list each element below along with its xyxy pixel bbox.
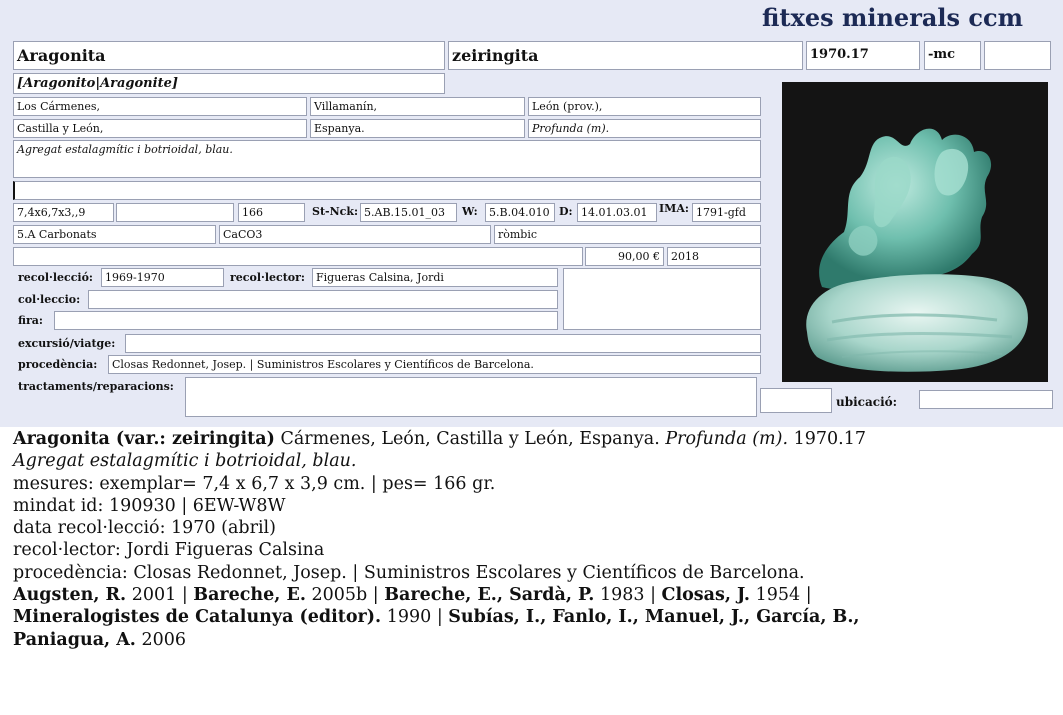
ubicacio-field[interactable] — [919, 390, 1053, 409]
formula-field[interactable]: CaCO3 — [219, 225, 491, 244]
fira-label: fira: — [18, 314, 43, 327]
locality-field-6[interactable]: Profunda (m). — [528, 119, 761, 138]
dimensions-field[interactable]: 7,4x6,7x3,,9 — [13, 203, 114, 222]
desc-title: Aragonita (var.: zeiringita) — [13, 429, 275, 449]
ref-year: 1983 — [594, 585, 645, 606]
ref-year: 2006 — [135, 629, 187, 650]
ref-sep: | — [644, 585, 662, 606]
specimen-description: Aragonita (var.: zeiringita) Cármenes, L… — [13, 428, 1053, 651]
desc-line-1: Aragonita (var.: zeiringita) Cármenes, L… — [13, 428, 1053, 450]
w-field[interactable]: 5.B.04.010 — [485, 203, 555, 222]
ref-sep: | — [367, 585, 385, 606]
procedencia-label: procedència: — [18, 358, 98, 371]
ref-sep: | — [800, 585, 812, 606]
ref-sep: | — [431, 607, 449, 628]
desc-references-1: Augsten, R. 2001 | Bareche, E. 2005b | B… — [13, 584, 1053, 606]
desc-collection-date: data recol·lecció: 1970 (abril) — [13, 518, 276, 539]
dimensions-extra-field[interactable] — [116, 203, 234, 222]
ima-field[interactable]: 1791-gfd — [692, 203, 761, 222]
ref-author: Mineralogistes de Catalunya (editor). — [13, 607, 382, 628]
ref-year: 1954 — [750, 585, 801, 606]
extra-field[interactable] — [984, 41, 1051, 70]
colleccio-label: col·leccio: — [18, 293, 81, 306]
desc-line-2: Agregat estalagmític i botrioidal, blau. — [13, 450, 1053, 472]
mineral-card: fitxes minerals ccm Aragonita zeiringita… — [0, 0, 1063, 427]
ref-sep: | — [176, 585, 194, 606]
tractaments-field[interactable] — [185, 377, 757, 417]
misc-field[interactable] — [13, 247, 583, 266]
notes-field[interactable] — [13, 181, 761, 200]
synonyms-field[interactable]: [Aragonito|Aragonite] — [13, 73, 445, 94]
mineral-specimen-image — [806, 128, 1028, 372]
class-field[interactable]: 5.A Carbonats — [13, 225, 216, 244]
name-field[interactable]: Aragonita — [13, 41, 445, 70]
desc-number: 1970.17 — [788, 429, 866, 449]
ref-author: Subías, I., Fanlo, I., Manuel, J., Garcí… — [448, 607, 860, 628]
locality-field-4[interactable]: Castilla y León, — [13, 119, 307, 138]
variety-field[interactable]: zeiringita — [448, 41, 803, 70]
locality-field-1[interactable]: Los Cármenes, — [13, 97, 307, 116]
desc-provenance: procedència: Closas Redonnet, Josep. | S… — [13, 562, 805, 583]
locality-field-2[interactable]: Villamanín, — [310, 97, 525, 116]
excursio-label: excursió/viatge: — [18, 337, 116, 350]
desc-description: Agregat estalagmític i botrioidal, blau. — [13, 451, 357, 472]
notes-box[interactable] — [563, 268, 761, 330]
desc-references-2: Mineralogistes de Catalunya (editor). 19… — [13, 606, 1053, 628]
strunz-label: St-Nck: — [312, 205, 359, 218]
description-field[interactable]: Agregat estalagmític i botrioidal, blau. — [13, 140, 761, 178]
desc-references-3: Paniagua, A. 2006 — [13, 629, 1053, 651]
desc-mindat: mindat id: 190930 | 6EW-W8W — [13, 495, 286, 516]
suffix-field[interactable]: -mc — [924, 41, 981, 70]
desc-collector: recol·lector: Jordi Figueras Calsina — [13, 540, 325, 561]
ima-label: IMA: — [659, 202, 689, 215]
ref-author: Bareche, E., Sardà, P. — [384, 585, 595, 606]
colleccio-field[interactable] — [88, 290, 558, 309]
w-label: W: — [462, 205, 478, 218]
recolector-field[interactable]: Figueras Calsina, Jordi — [312, 268, 558, 287]
locality-field-5[interactable]: Espanya. — [310, 119, 525, 138]
locality-field-3[interactable]: León (prov.), — [528, 97, 761, 116]
year-field[interactable]: 2018 — [667, 247, 761, 266]
crystal-system-field[interactable]: ròmbic — [494, 225, 761, 244]
price-field[interactable]: 90,00 € — [585, 247, 664, 266]
desc-locality-depth: Profunda (m). — [665, 429, 789, 449]
procedencia-field[interactable]: Closas Redonnet, Josep. | Suministros Es… — [108, 355, 761, 374]
ubicacio-label: ubicació: — [836, 395, 898, 409]
recolector-label: recol·lector: — [230, 271, 305, 284]
recoleccio-label: recol·lecció: — [18, 271, 93, 284]
ref-author: Paniagua, A. — [13, 629, 136, 650]
recoleccio-field[interactable]: 1969-1970 — [101, 268, 224, 287]
ref-year: 1990 — [381, 607, 432, 628]
d-field[interactable]: 14.01.03.01 — [577, 203, 657, 222]
mineral-photo — [782, 82, 1048, 382]
number-field[interactable]: 1970.17 — [806, 41, 920, 70]
fira-field[interactable] — [54, 311, 558, 330]
ref-year: 2005b — [305, 585, 368, 606]
location-extra-field[interactable] — [760, 388, 832, 413]
desc-measures: mesures: exemplar= 7,4 x 6,7 x 3,9 cm. |… — [13, 473, 496, 494]
tractaments-label: tractaments/reparacions: — [18, 380, 174, 393]
weight-field[interactable]: 166 — [238, 203, 305, 222]
ref-author: Bareche, E. — [193, 585, 306, 606]
ref-year: 2001 — [126, 585, 177, 606]
ref-author: Closas, J. — [661, 585, 751, 606]
ref-author: Augsten, R. — [13, 585, 127, 606]
excursio-field[interactable] — [125, 334, 761, 353]
strunz-field[interactable]: 5.AB.15.01_03 — [360, 203, 457, 222]
brand-title: fitxes minerals ccm — [761, 3, 1023, 32]
desc-locality: Cármenes, León, Castilla y León, Espanya… — [274, 429, 666, 449]
d-label: D: — [559, 205, 573, 218]
